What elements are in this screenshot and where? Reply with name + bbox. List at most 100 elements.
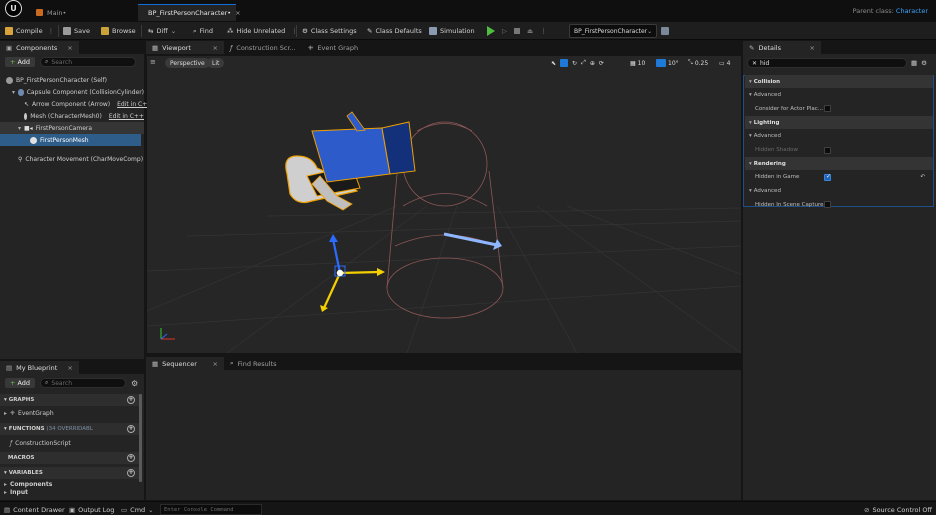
close-icon[interactable]: × [67,364,72,372]
surface-snap-icon[interactable]: ⟳ [599,60,604,67]
my-blueprint-search-input[interactable]: ⌕ Search [40,378,127,388]
add-macro-icon[interactable]: + [127,454,135,462]
edit-in-cpp-link[interactable]: Edit in C++ [109,113,144,120]
browse-button[interactable]: Browse [101,22,136,40]
reset-to-default-icon[interactable]: ↶ [920,174,925,180]
cmd-select[interactable]: ▭ Cmd ⌄ [121,504,154,515]
property-checkbox[interactable] [824,146,831,154]
gear-icon[interactable]: ⚙ [131,379,138,388]
close-icon[interactable]: × [67,44,72,52]
components-search-input[interactable]: ⌕ Search [40,57,137,67]
simulation-button[interactable]: Simulation [429,22,475,40]
perspective-button[interactable]: Perspective [165,58,210,68]
hide-unrelated-button[interactable]: ⁂ Hide Unrelated ⋮ [227,22,298,40]
category-collision[interactable]: ▾ Collision [745,75,933,88]
unreal-logo-icon[interactable]: U [5,0,22,17]
tab-event-graph[interactable]: ⁜ Event Graph [302,41,365,54]
graphs-section-header[interactable]: ▾ GRAPHS + [0,394,139,406]
property-checkbox[interactable] [824,201,831,209]
diff-button[interactable]: ⇆ Diff ⌄ [148,22,176,40]
list-item-event-graph[interactable]: ▸ ⁜ EventGraph [0,407,139,419]
rotate-icon[interactable]: ↻ [572,60,577,67]
tab-viewport[interactable]: ▦ Viewport × [146,41,224,54]
first-person-mesh[interactable] [285,111,416,211]
property-checkbox[interactable] [824,105,831,113]
category-rendering[interactable]: ▾ Rendering [745,157,933,171]
tab-main[interactable]: Main• [30,4,72,21]
debug-browse-button[interactable] [661,22,669,40]
compile-button[interactable]: Compile ⋮ [5,22,54,40]
tab-find-results[interactable]: ⌕ Find Results [224,357,283,370]
class-settings-button[interactable]: ⚙ Class Settings [302,22,357,40]
eject-icon[interactable]: ⏏ [527,27,533,35]
clear-search-icon[interactable]: ✕ [752,60,757,67]
subcategory-advanced[interactable]: ▾ Advanced [745,185,933,198]
debug-object-select[interactable]: BP_FirstPersonCharacter ⌄ [569,24,657,38]
close-icon[interactable]: × [213,360,218,368]
parent-class-link[interactable]: Character [896,7,928,15]
property-matrix-icon[interactable]: ▦ [911,59,917,67]
gear-icon[interactable]: ⚙ [921,59,927,67]
more-options-icon[interactable]: ⋮ [48,27,55,35]
list-item-construction-script[interactable]: ƒ ConstructionScript [0,437,139,449]
close-icon[interactable]: × [810,44,815,52]
translate-icon[interactable] [560,59,569,67]
scale-snap[interactable]: ⤡ 0.25 [688,58,708,68]
close-icon[interactable]: × [213,44,218,52]
add-member-button[interactable]: + Add [5,378,36,388]
macros-section-header[interactable]: MACROS + [0,452,139,464]
property-consider-for-actor-plac[interactable]: Consider for Actor Plac... [745,102,933,115]
category-lighting[interactable]: ▾ Lighting [745,116,933,130]
subcategory-advanced[interactable]: ▾ Advanced [745,130,933,143]
camera-speed[interactable]: ▭ 4 [719,58,731,68]
select-icon[interactable]: ⬉ [551,60,556,67]
play-icon[interactable] [487,26,495,36]
property-hidden-in-game[interactable]: Hidden in Game ✓ ↶ [745,171,933,184]
tree-item-character-movement[interactable]: ⚲ Character Movement (CharMoveComp) [0,153,144,165]
tab-bp-first-person-character[interactable]: BP_FirstPersonCharacter• × [138,4,241,21]
scrollbar[interactable] [139,394,142,482]
viewport-menu-button[interactable]: ≡ [150,58,156,66]
tree-item-first-person-camera[interactable]: ▾ ■◂ FirstPersonCamera [0,122,144,134]
transform-gizmo[interactable] [320,234,385,312]
add-component-button[interactable]: + Add [5,57,36,67]
close-icon[interactable]: × [235,9,240,17]
class-defaults-button[interactable]: ✎ Class Defaults [367,22,422,40]
tab-sequencer[interactable]: ▦ Sequencer × [146,357,224,370]
property-hidden-shadow[interactable]: Hidden Shadow [745,144,933,157]
tree-item-mesh[interactable]: Mesh (CharacterMesh0) Edit in C++ [0,110,144,122]
property-checkbox[interactable]: ✓ [824,173,831,181]
subcategory-advanced[interactable]: ▾ Advanced [745,89,933,102]
source-control-button[interactable]: ⊘ Source Control Off [864,504,932,515]
property-hidden-in-scene-capture[interactable]: Hidden In Scene Capture [745,198,933,211]
step-icon[interactable]: ▷ [502,27,507,35]
tree-item-capsule[interactable]: ▾ Capsule Component (CollisionCylinder) [0,86,144,98]
add-graph-icon[interactable]: + [127,396,135,404]
add-function-icon[interactable]: + [127,425,135,433]
save-button[interactable]: Save [63,22,90,40]
tab-components[interactable]: ▣ Components × [0,41,79,54]
variables-section-header[interactable]: ▾ VARIABLES + [0,467,139,479]
functions-section-header[interactable]: ▾ FUNCTIONS (34 OVERRIDABL + [0,423,139,435]
viewport[interactable] [147,56,741,353]
grid-snap[interactable]: ▦ 10 [630,58,645,68]
tab-details[interactable]: ✎ Details × [743,41,821,54]
tab-my-blueprint[interactable]: ▤ My Blueprint × [0,361,79,374]
more-options-icon[interactable]: ⋮ [540,27,547,35]
content-drawer-button[interactable]: ▤ Content Drawer [4,504,65,515]
lit-button[interactable]: Lit [207,58,225,68]
angle-snap[interactable]: 10° [656,58,679,68]
list-item-input-category[interactable]: ▸ Input [0,488,139,497]
stop-icon[interactable] [514,28,520,34]
details-search-input[interactable]: ✕ hid [747,58,907,68]
tree-item-first-person-mesh[interactable]: FirstPersonMesh [0,134,141,146]
console-command-input[interactable]: Enter Console Command [160,504,262,515]
output-log-button[interactable]: ▣ Output Log [69,504,114,515]
scale-icon[interactable]: ⤢ [581,59,586,67]
tree-item-self[interactable]: BP_FirstPersonCharacter (Self) [0,74,144,86]
add-variable-icon[interactable]: + [127,469,135,477]
world-icon[interactable]: ⊕ [590,60,595,67]
tab-construction-script[interactable]: ƒ Construction Scr... [224,41,302,54]
tree-item-arrow[interactable]: ↖ Arrow Component (Arrow) Edit in C++ [0,98,152,110]
find-button[interactable]: ⌕ Find [193,22,213,40]
